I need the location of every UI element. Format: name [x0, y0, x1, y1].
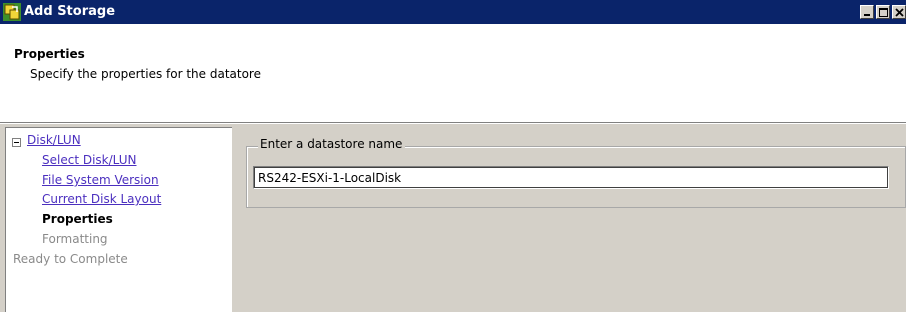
- window-title: Add Storage: [24, 4, 116, 19]
- sidebar-item-ready-to-complete: Ready to Complete: [13, 252, 128, 266]
- sidebar-item-select-disk-lun[interactable]: Select Disk/LUN: [42, 153, 137, 167]
- page-title: Properties: [14, 47, 85, 61]
- collapse-icon[interactable]: [12, 138, 21, 147]
- sidebar-item-formatting: Formatting: [42, 232, 108, 246]
- wizard-steps-panel: Disk/LUN Select Disk/LUN File System Ver…: [5, 127, 232, 312]
- close-button[interactable]: [892, 5, 906, 19]
- sidebar-item-disk-lun[interactable]: Disk/LUN: [27, 133, 81, 147]
- storage-app-icon: [3, 3, 21, 21]
- sidebar-item-file-system-version[interactable]: File System Version: [42, 173, 159, 187]
- datastore-name-input[interactable]: [253, 166, 889, 189]
- minimize-button[interactable]: [860, 5, 874, 19]
- header-divider-highlight: [0, 123, 906, 124]
- wizard-content: [232, 127, 906, 312]
- title-bar[interactable]: Add Storage: [0, 0, 906, 24]
- wizard-header: Properties Specify the properties for th…: [0, 24, 906, 122]
- sidebar-item-properties: Properties: [42, 212, 113, 226]
- page-subtitle: Specify the properties for the datatore: [30, 67, 261, 81]
- sidebar-item-current-disk-layout[interactable]: Current Disk Layout: [42, 192, 161, 206]
- datastore-name-label: Enter a datastore name: [258, 137, 406, 151]
- maximize-button[interactable]: [876, 5, 890, 19]
- close-icon: [895, 8, 904, 17]
